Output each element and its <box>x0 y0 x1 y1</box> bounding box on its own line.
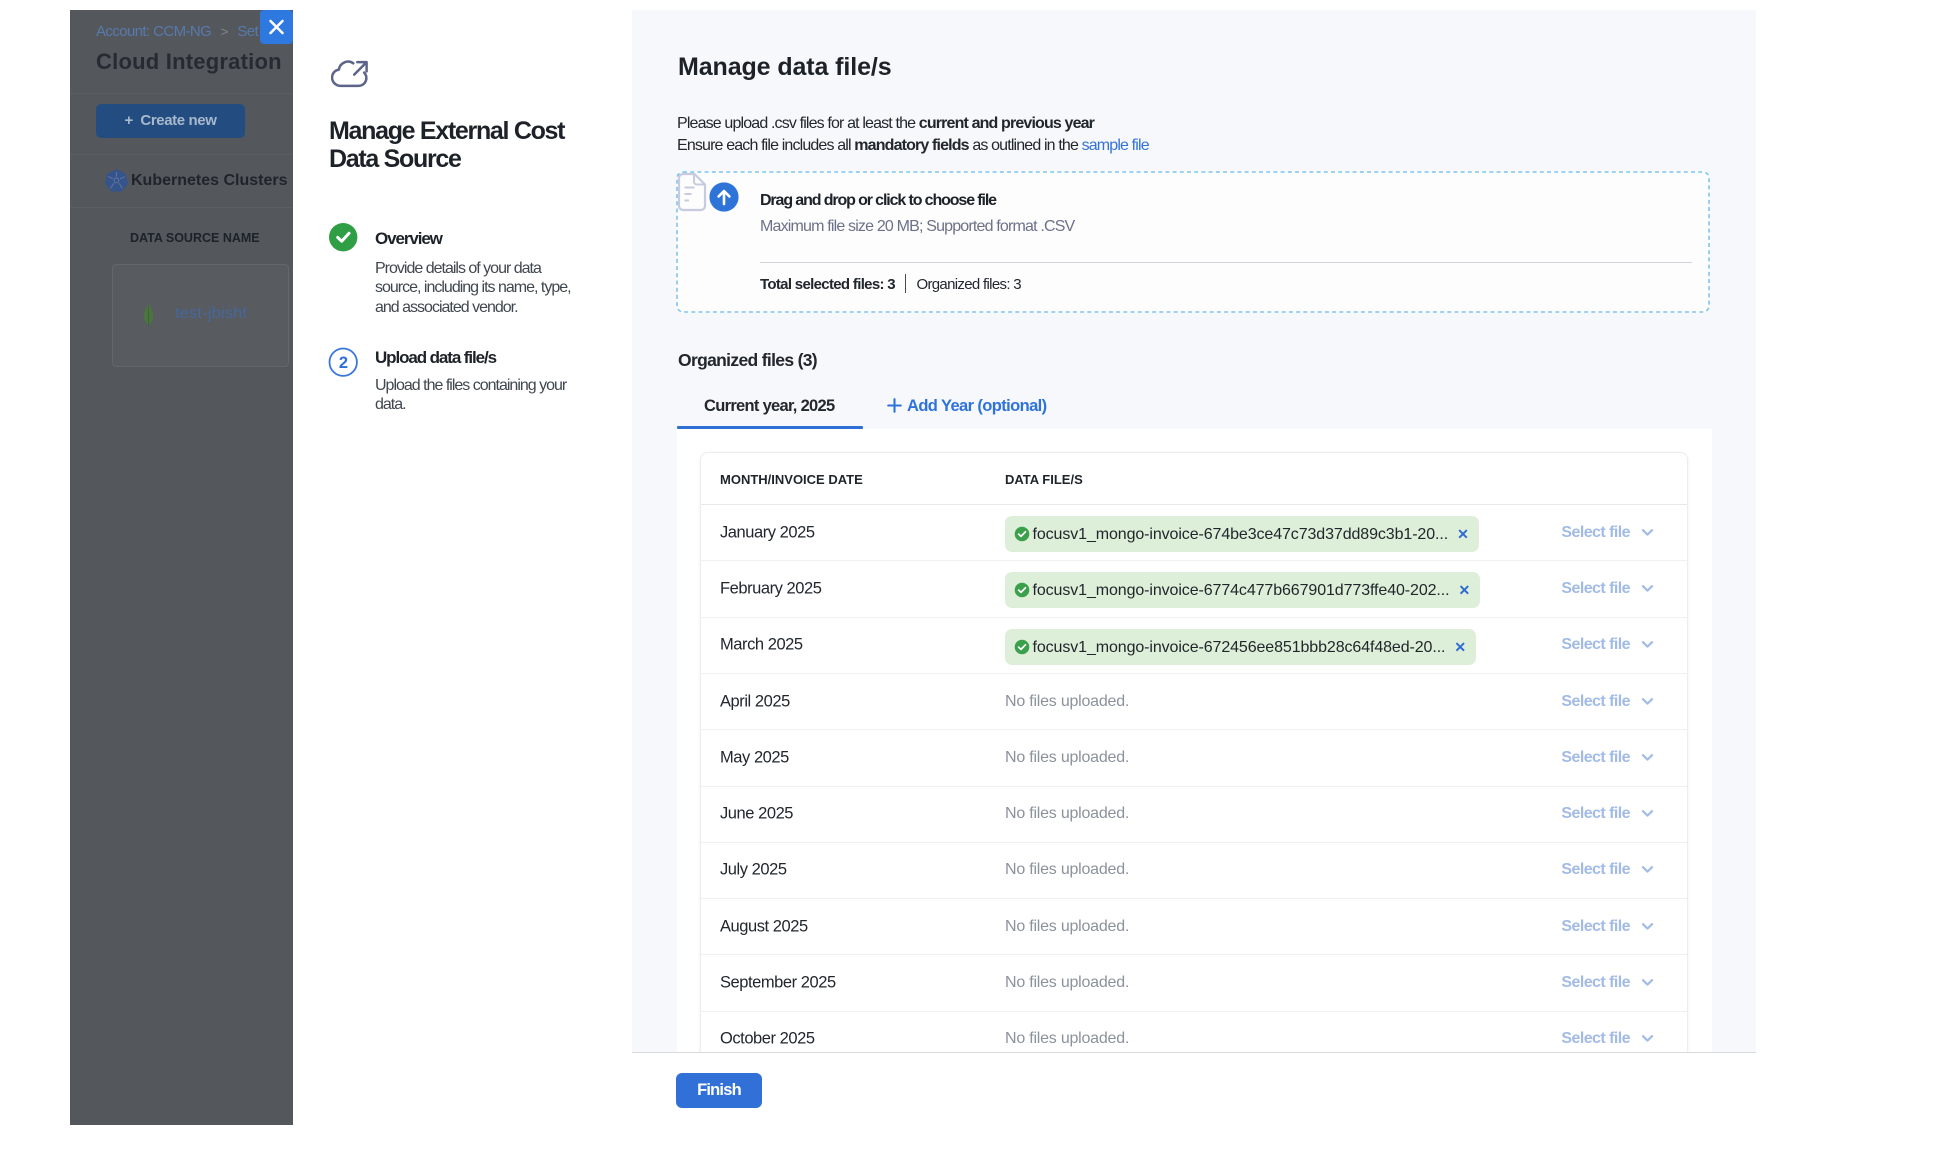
svg-text:2: 2 <box>339 354 348 372</box>
